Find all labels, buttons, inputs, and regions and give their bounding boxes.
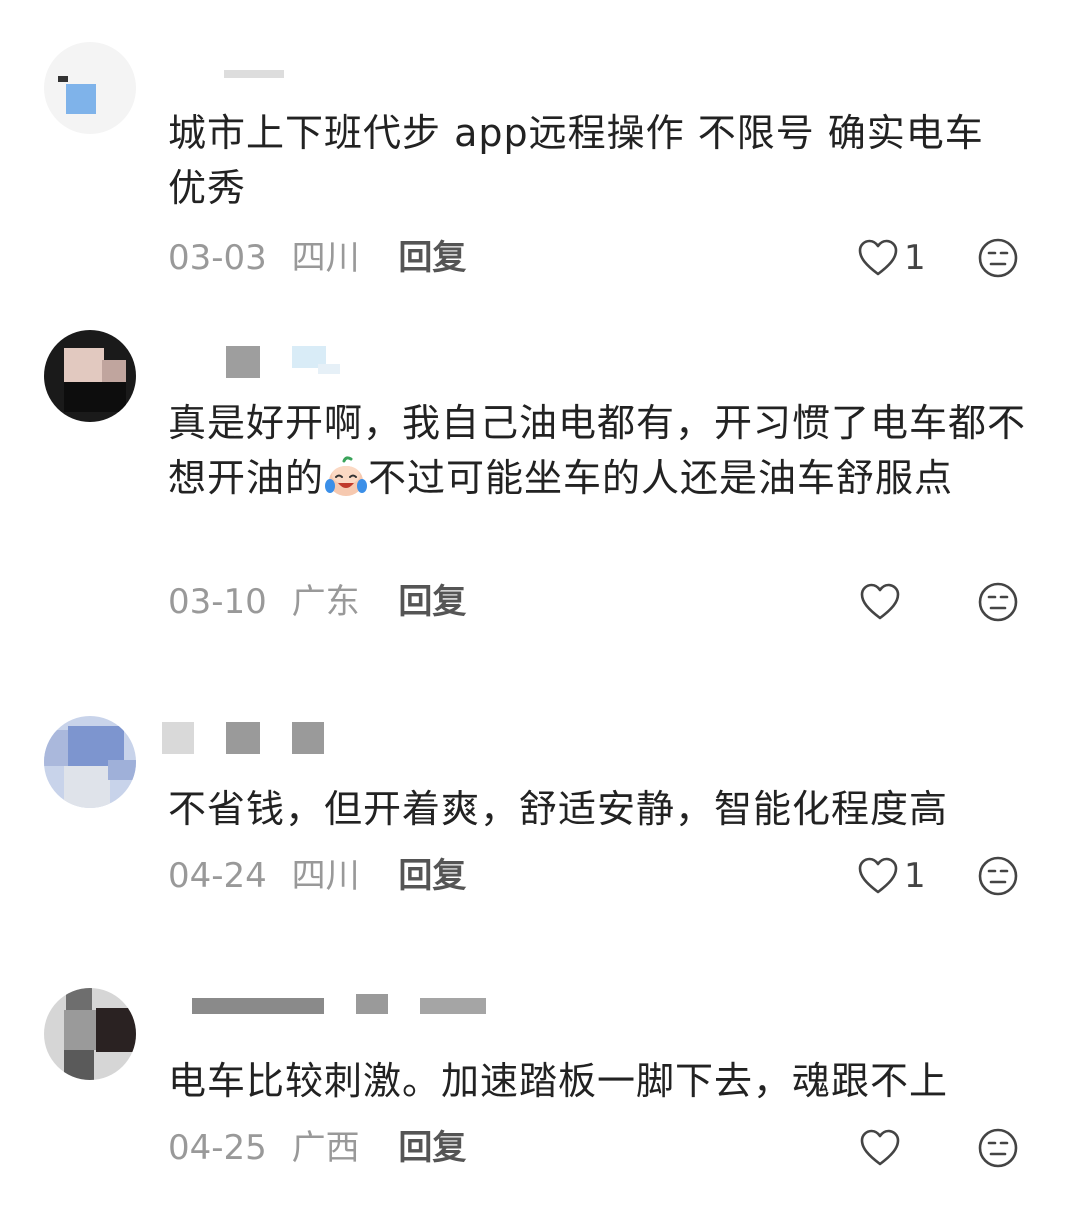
avatar-pixel-block bbox=[64, 348, 104, 382]
reply-button[interactable]: 回复 bbox=[398, 238, 466, 278]
avatar[interactable] bbox=[44, 330, 136, 422]
neutral-face-icon bbox=[978, 1128, 1018, 1168]
avatar[interactable] bbox=[44, 988, 136, 1080]
heart-outline-icon bbox=[858, 239, 898, 276]
username-pixel-block bbox=[420, 998, 486, 1014]
avatar[interactable] bbox=[44, 716, 136, 808]
avatar[interactable] bbox=[44, 42, 136, 134]
like-button[interactable] bbox=[858, 1126, 906, 1170]
comment-region: 四川 bbox=[291, 856, 360, 896]
heart-outline-icon bbox=[858, 857, 898, 894]
reply-button[interactable]: 回复 bbox=[398, 1128, 466, 1168]
avatar-pixel-block bbox=[108, 760, 136, 780]
comment-meta: 04-24 四川 回复 bbox=[168, 854, 466, 898]
neutral-face-icon bbox=[978, 856, 1018, 896]
comment-meta: 03-03 四川 回复 bbox=[168, 236, 466, 280]
comment-region: 广西 bbox=[291, 1128, 360, 1168]
avatar-pixel-block bbox=[96, 1008, 136, 1052]
like-button[interactable]: 1 bbox=[856, 236, 926, 280]
username-pixel-block bbox=[226, 346, 260, 378]
comment-region: 广东 bbox=[291, 582, 360, 622]
dislike-button[interactable] bbox=[976, 580, 1020, 624]
reply-button[interactable]: 回复 bbox=[398, 582, 466, 622]
comment-date: 04-25 bbox=[168, 1128, 267, 1168]
username-pixel-block bbox=[226, 722, 260, 754]
heart-outline-icon bbox=[860, 1129, 900, 1166]
username-pixel-block bbox=[162, 722, 194, 754]
reply-button[interactable]: 回复 bbox=[398, 856, 466, 896]
avatar-pixel-block bbox=[102, 360, 126, 382]
comment-meta: 03-10 广东 回复 bbox=[168, 580, 466, 624]
comment-region: 四川 bbox=[291, 238, 360, 278]
neutral-face-icon bbox=[978, 238, 1018, 278]
like-count: 1 bbox=[904, 856, 926, 896]
like-button[interactable]: 1 bbox=[856, 854, 926, 898]
heart-outline-icon bbox=[860, 583, 900, 620]
like-button[interactable] bbox=[858, 580, 906, 624]
username-pixel-block bbox=[292, 722, 324, 754]
comment-text: 电车比较刺激。加速踏板一脚下去，魂跟不上 bbox=[168, 1059, 949, 1103]
crying-laughing-emoji-icon bbox=[324, 455, 368, 499]
username-pixel-block bbox=[356, 994, 388, 1014]
comment-text: 真是好开啊，我自己油电都有，开习惯了电车都不想开油的 不过可能坐车的人还是油车舒… bbox=[168, 396, 1048, 506]
avatar-pixel-block bbox=[64, 766, 110, 808]
comment-text: 不省钱，但开着爽，舒适安静，智能化程度高 bbox=[168, 787, 949, 831]
dislike-button[interactable] bbox=[976, 1126, 1020, 1170]
comment-meta: 04-25 广西 回复 bbox=[168, 1126, 466, 1170]
comment-date: 04-24 bbox=[168, 856, 267, 896]
username-pixel-block bbox=[192, 998, 324, 1014]
avatar-pixel-block bbox=[64, 1050, 94, 1080]
username-pixel-block bbox=[224, 70, 284, 78]
comment-date: 03-03 bbox=[168, 238, 267, 278]
username-pixel-block bbox=[318, 364, 340, 374]
dislike-button[interactable] bbox=[976, 236, 1020, 280]
neutral-face-icon bbox=[978, 582, 1018, 622]
avatar-pixel-block bbox=[64, 1010, 96, 1050]
avatar-pixel-block bbox=[64, 382, 126, 412]
comment-text: 城市上下班代步 app远程操作 不限号 确实电车优秀 bbox=[168, 111, 984, 210]
like-count: 1 bbox=[904, 238, 926, 278]
avatar-pixel-block bbox=[58, 76, 68, 82]
avatar-pixel-block bbox=[66, 988, 92, 1012]
dislike-button[interactable] bbox=[976, 854, 1020, 898]
avatar-pixel-block bbox=[66, 84, 96, 114]
comment-date: 03-10 bbox=[168, 582, 267, 622]
comment-text-part: 不过可能坐车的人还是油车舒服点 bbox=[368, 456, 954, 500]
